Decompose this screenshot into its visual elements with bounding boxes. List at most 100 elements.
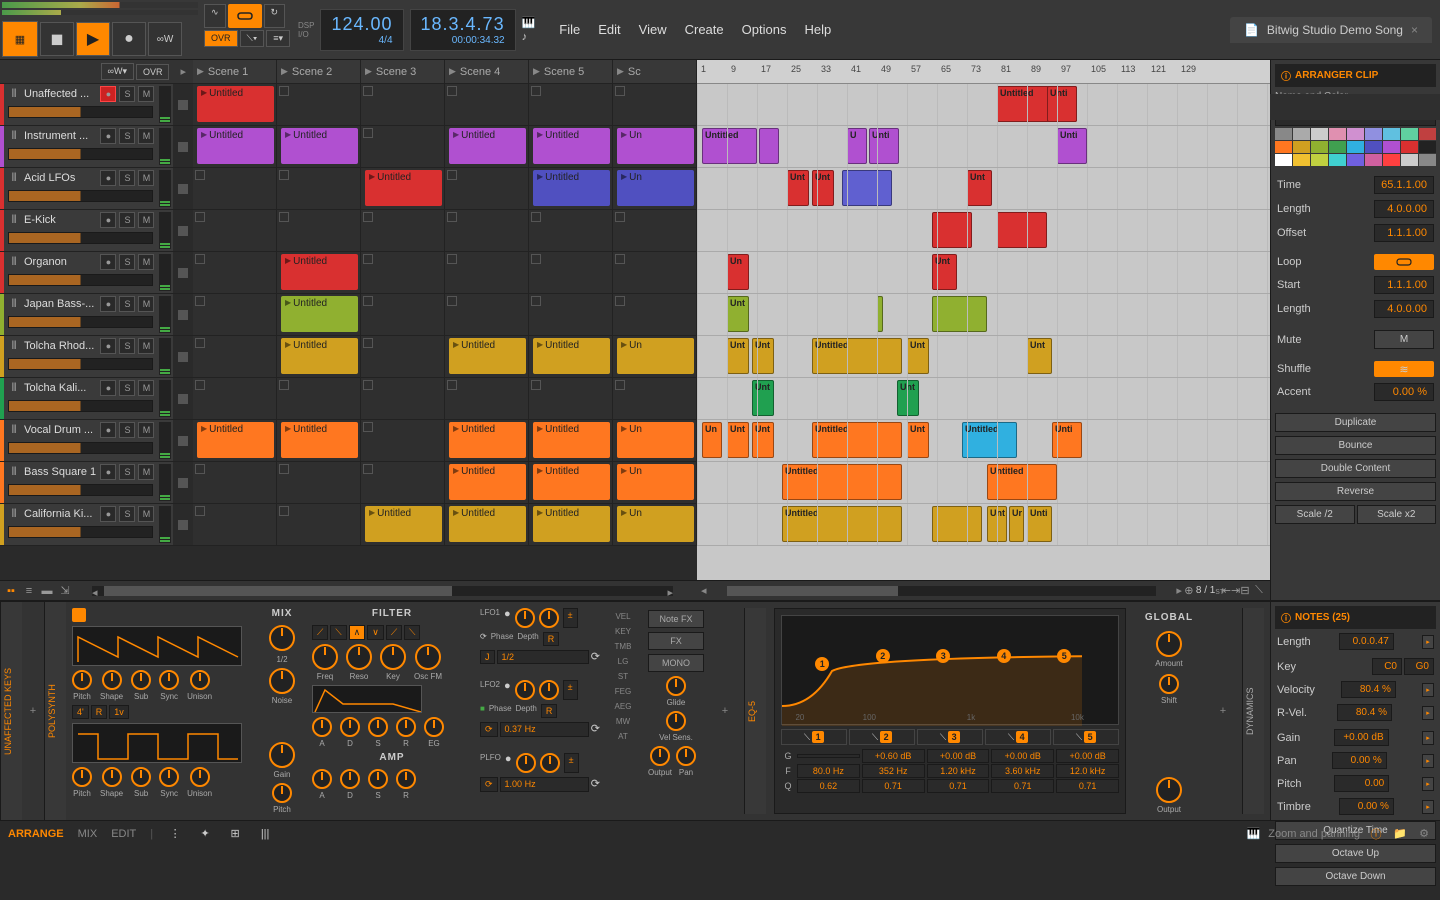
scene-play-all[interactable]: ▸ [173, 60, 193, 83]
ovr-button[interactable]: OVR [204, 30, 238, 47]
arranger-row[interactable]: UntUntUnt [697, 168, 1270, 210]
clip[interactable]: ▶Untitled [197, 128, 274, 164]
color-swatch[interactable] [1365, 141, 1382, 153]
track-record-button[interactable]: ● [100, 506, 116, 522]
output-knob[interactable] [650, 746, 670, 766]
color-swatch[interactable] [1293, 128, 1310, 140]
osc2-shape-knob[interactable] [102, 767, 122, 787]
clip-slot[interactable]: ▶Un [613, 126, 697, 167]
arranger-row[interactable]: UntUnt [697, 378, 1270, 420]
clip-slot[interactable]: ▶Untitled [529, 420, 613, 461]
menu-help[interactable]: Help [804, 22, 831, 37]
color-swatch[interactable] [1347, 128, 1364, 140]
clip[interactable]: ▶Untitled [197, 86, 274, 122]
arranger-row[interactable]: Unt [697, 294, 1270, 336]
track-stop-button[interactable] [178, 436, 188, 446]
arranger-clip[interactable]: Unti [1027, 506, 1052, 542]
track-volume-fader[interactable] [8, 526, 153, 538]
time-signature[interactable]: 4/4 [331, 35, 392, 46]
loop-button[interactable] [228, 4, 262, 28]
clip[interactable]: ▶Untitled [533, 128, 610, 164]
clip-slot[interactable]: ▶Untitled [529, 504, 613, 545]
track-record-button[interactable]: ● [100, 86, 116, 102]
clip-slot[interactable] [529, 252, 613, 293]
clip-slot[interactable]: ▶Untitled [529, 462, 613, 503]
clip[interactable]: ▶Untitled [281, 128, 358, 164]
stop-button[interactable]: ◼ [40, 22, 74, 56]
color-swatch[interactable] [1311, 128, 1328, 140]
dynamics-label[interactable]: DYNAMICS [1242, 608, 1264, 814]
octave-down-button[interactable]: Octave Down [1275, 867, 1436, 886]
filter-type-1[interactable]: ⟋ [312, 625, 328, 640]
clip[interactable]: ▶Untitled [365, 506, 442, 542]
clip-slot[interactable]: ▶Untitled [445, 126, 529, 167]
osc2-sync-knob[interactable] [159, 767, 179, 787]
arranger-clip[interactable]: Untitled [782, 464, 902, 500]
scene-header-3[interactable]: ▶Scene 4 [445, 60, 529, 83]
track-record-button[interactable]: ● [100, 380, 116, 396]
feg-s-knob[interactable] [368, 717, 388, 737]
mode-a-button[interactable]: ∿ [204, 4, 226, 28]
clip-slot[interactable]: ▶Un [613, 168, 697, 209]
arranger-clip[interactable]: Unt [752, 338, 774, 374]
automation-write-button[interactable]: ∞W [148, 22, 182, 56]
track-record-button[interactable]: ● [100, 464, 116, 480]
track-header[interactable]: ⦀Tolcha Kali...●SM [0, 378, 173, 419]
track-name[interactable]: Unaffected ... [24, 88, 97, 100]
arranger-hscroll[interactable] [727, 586, 1157, 596]
scene-header-4[interactable]: ▶Scene 5 [529, 60, 613, 83]
clip-slot[interactable] [193, 168, 277, 209]
menu-create[interactable]: Create [685, 22, 724, 37]
arranger-clip[interactable] [842, 170, 892, 206]
filter-env-display[interactable] [312, 685, 422, 713]
lane-toggle-icon[interactable]: ⊟ [1238, 584, 1252, 598]
duplicate-button[interactable]: Duplicate [1275, 413, 1436, 432]
clip-slot[interactable] [193, 378, 277, 419]
clip-slot[interactable]: ▶Un [613, 336, 697, 377]
clip-slot[interactable] [529, 210, 613, 251]
clip-slot[interactable] [277, 210, 361, 251]
plfo-depth-knob[interactable] [540, 753, 560, 773]
arranger-clip[interactable] [932, 506, 982, 542]
eq-output-knob[interactable] [1156, 777, 1182, 803]
pitch-knob[interactable] [272, 783, 292, 803]
clip[interactable]: ▶Un [617, 422, 694, 458]
track-name[interactable]: Tolcha Kali... [24, 382, 97, 394]
color-swatch[interactable] [1275, 141, 1292, 153]
track-stop-button[interactable] [178, 310, 188, 320]
tempo-value[interactable]: 124.00 [331, 14, 392, 35]
track-stop-button[interactable] [178, 520, 188, 530]
note-key-hi[interactable]: G0 [1404, 658, 1434, 675]
arranger-clip[interactable]: Unt [727, 422, 749, 458]
clip[interactable]: ▶Untitled [281, 422, 358, 458]
track-record-button[interactable]: ● [100, 338, 116, 354]
eq-band-2-point[interactable]: 2 [876, 649, 890, 663]
eq-band-4-point[interactable]: 4 [997, 649, 1011, 663]
key-knob[interactable] [380, 644, 406, 670]
track-record-button[interactable]: ● [100, 254, 116, 270]
clip-slot[interactable] [361, 126, 445, 167]
arranger-clip[interactable] [932, 296, 987, 332]
eq-shift-knob[interactable] [1159, 674, 1179, 694]
arranger-clip[interactable]: Unt [752, 380, 774, 416]
osc1-sub-knob[interactable] [131, 670, 151, 690]
arranger-clip[interactable]: Untitled [962, 422, 1017, 458]
arr-scroll-left-icon[interactable]: ◂ [701, 584, 707, 597]
clip[interactable]: ▶Un [617, 170, 694, 206]
clip[interactable]: ▶Untitled [533, 506, 610, 542]
arranger-clip[interactable] [759, 128, 779, 164]
menu-view[interactable]: View [639, 22, 667, 37]
clip[interactable]: ▶Untitled [449, 128, 526, 164]
glide-knob[interactable] [666, 676, 686, 696]
pan-knob[interactable] [676, 746, 696, 766]
arranger-clip[interactable]: Untitled [987, 464, 1057, 500]
timeline-ruler[interactable]: 191725334149576573818997105113121129 [697, 60, 1270, 84]
osc1-retrig[interactable]: R [91, 705, 108, 719]
note-pitch-value[interactable]: 0.00 [1334, 775, 1389, 792]
view-small-icon[interactable]: ▪▪ [4, 584, 18, 598]
arranger-clip[interactable]: Untitled [812, 422, 902, 458]
velsens-knob[interactable] [666, 711, 686, 731]
track-name[interactable]: Organon [24, 256, 97, 268]
automation-button[interactable]: ⟍▾ [240, 30, 265, 47]
clip-slot[interactable]: ▶Untitled [529, 126, 613, 167]
